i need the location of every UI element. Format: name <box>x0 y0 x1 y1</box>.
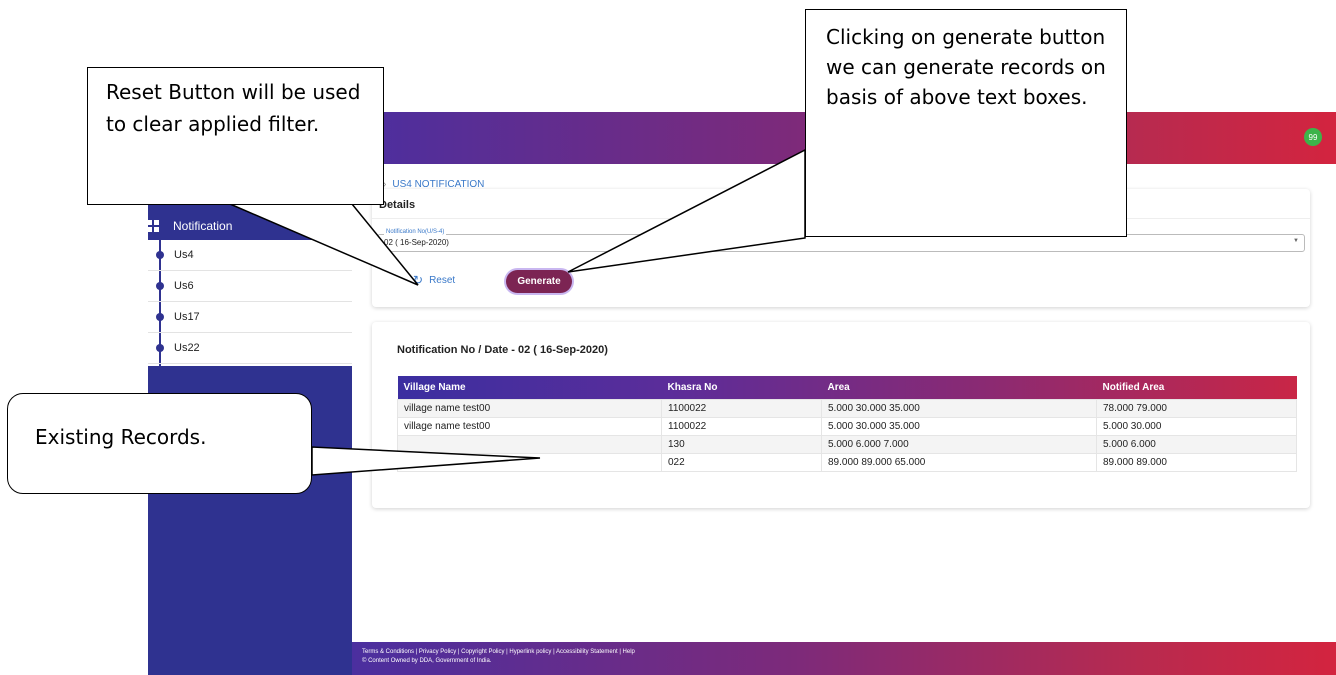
cell-notified-area: 5.000 6.000 <box>1096 434 1297 454</box>
sidebar-item-label: Us4 <box>174 249 194 261</box>
reset-label: Reset <box>429 274 456 286</box>
footer-links[interactable]: Terms & Conditions | Privacy Policy | Co… <box>362 648 1326 657</box>
column-header[interactable]: Notified Area <box>1097 376 1297 399</box>
cell-village: village name test00 <box>397 398 662 418</box>
grid-icon <box>147 220 159 232</box>
sidebar-item-us17[interactable]: Us17 <box>148 302 352 333</box>
table-header-row: Village Name Khasra No Area Notified Are… <box>397 376 1297 399</box>
table-row: jonapur 022 89.000 89.000 65.000 89.000 … <box>397 452 1297 472</box>
generate-callout: Clicking on generate button we can gener… <box>805 9 1127 237</box>
cell-khasra: 022 <box>661 452 822 472</box>
column-header[interactable]: Area <box>822 376 1097 399</box>
sidebar-submenu: Us4 Us6 Us17 Us22 <box>148 240 352 366</box>
records-title: Notification No / Date - 02 ( 16-Sep-202… <box>397 344 608 356</box>
bullet-dot <box>156 282 164 290</box>
cell-notified-area: 78.000 79.000 <box>1096 398 1297 418</box>
column-header[interactable]: Khasra No <box>662 376 822 399</box>
sidebar-item-us22[interactable]: Us22 <box>148 333 352 364</box>
table-row: village name test00 1100022 5.000 30.000… <box>397 416 1297 436</box>
sidebar-item-us4[interactable]: Us4 <box>148 240 352 271</box>
page-footer: Terms & Conditions | Privacy Policy | Co… <box>352 642 1336 675</box>
bullet-dot <box>156 344 164 352</box>
callout-text: Existing Records. <box>35 425 207 449</box>
existing-records-callout: Existing Records. <box>7 393 312 494</box>
cell-area: 5.000 6.000 7.000 <box>821 434 1097 454</box>
generate-label: Generate <box>517 276 561 287</box>
cell-notified-area: 89.000 89.000 <box>1096 452 1297 472</box>
column-header[interactable]: Village Name <box>398 376 662 399</box>
callout-text: Reset Button will be used to clear appli… <box>106 80 361 136</box>
generate-button[interactable]: Generate <box>506 270 572 293</box>
cell-khasra: 1100022 <box>661 398 822 418</box>
notification-badge-icon[interactable]: 99 <box>1304 128 1322 146</box>
cell-area: 89.000 89.000 65.000 <box>821 452 1097 472</box>
sidebar-item-us6[interactable]: Us6 <box>148 271 352 302</box>
chevron-down-icon: ▼ <box>1293 238 1299 244</box>
cell-village: village name test00 <box>397 416 662 436</box>
sidebar-item-label: Us22 <box>174 342 200 354</box>
callout-text: Clicking on generate button we can gener… <box>826 25 1106 109</box>
records-table: Village Name Khasra No Area Notified Are… <box>397 376 1297 472</box>
table-row: village name test00 1100022 5.000 30.000… <box>397 398 1297 418</box>
table-row: 130 5.000 6.000 7.000 5.000 6.000 <box>397 434 1297 454</box>
footer-copyright: © Content Owned by DDA, Government of In… <box>362 658 492 664</box>
field-value: 02 ( 16-Sep-2020) <box>384 238 449 247</box>
cell-khasra: 1100022 <box>661 416 822 436</box>
cell-area: 5.000 30.000 35.000 <box>821 398 1097 418</box>
cell-area: 5.000 30.000 35.000 <box>821 416 1097 436</box>
records-card: Notification No / Date - 02 ( 16-Sep-202… <box>372 322 1310 508</box>
cell-village: jonapur <box>397 452 662 472</box>
sidebar-item-label: Us6 <box>174 280 194 292</box>
field-label: Notification No(U/S-4) <box>384 229 447 235</box>
sidebar-item-notification[interactable]: Notification <box>147 210 352 242</box>
refresh-icon: ↻ <box>413 273 424 287</box>
cell-khasra: 130 <box>661 434 822 454</box>
cell-notified-area: 5.000 30.000 <box>1096 416 1297 436</box>
sidebar-item-label: Us17 <box>174 311 200 323</box>
reset-callout: Reset Button will be used to clear appli… <box>87 67 384 205</box>
bullet-dot <box>156 313 164 321</box>
bullet-dot <box>156 251 164 259</box>
sidebar-item-label: Notification <box>173 219 233 233</box>
cell-village <box>397 434 662 454</box>
reset-button[interactable]: ↻ Reset <box>413 273 455 287</box>
